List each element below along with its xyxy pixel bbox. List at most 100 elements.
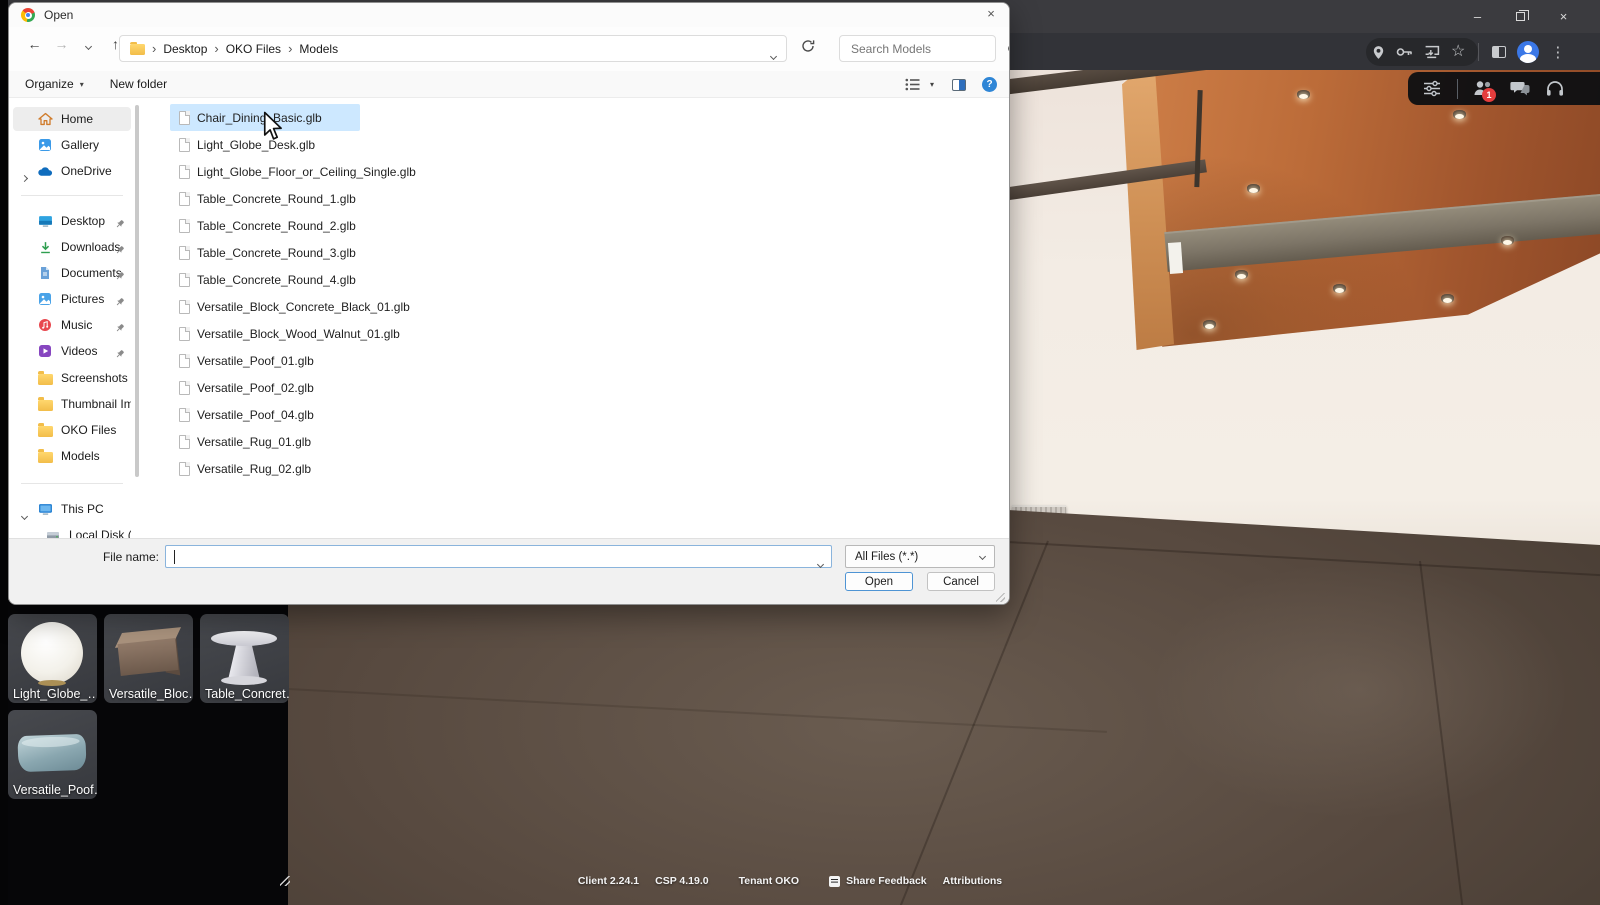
address-dropdown-chevron[interactable] — [771, 46, 776, 64]
organize-button[interactable]: Organize ▾ — [25, 77, 84, 91]
view-caret-icon[interactable]: ▾ — [930, 80, 934, 89]
asset-tile[interactable]: Table_Concret… — [200, 614, 289, 703]
new-folder-button[interactable]: New folder — [110, 77, 167, 91]
window-restore-button[interactable] — [1499, 9, 1542, 24]
chevron-down-icon — [979, 553, 986, 560]
file-name-field[interactable] — [165, 545, 832, 568]
chat-icon[interactable] — [1510, 80, 1531, 97]
file-type-select[interactable]: All Files (*.*) — [845, 545, 995, 568]
forward-button[interactable]: → — [48, 36, 75, 52]
file-row[interactable]: Light_Globe_Desk.glb — [170, 131, 325, 158]
file-row[interactable]: Versatile_Block_Wood_Walnut_01.glb — [170, 320, 410, 347]
sidebar-item-home[interactable]: Home — [13, 107, 131, 131]
chevron-down-icon[interactable] — [22, 506, 27, 524]
breadcrumb-models[interactable]: Models — [299, 42, 338, 56]
breadcrumb-oko-files[interactable]: OKO Files — [226, 42, 281, 56]
breadcrumb-desktop[interactable]: Desktop — [163, 42, 207, 56]
recessed-light — [1440, 294, 1455, 306]
file-row[interactable]: Table_Concrete_Round_2.glb — [170, 212, 366, 239]
csp-version: CSP 4.19.0 — [655, 875, 709, 887]
file-row[interactable]: Versatile_Poof_01.glb — [170, 347, 324, 374]
details-view-icon[interactable] — [905, 78, 920, 91]
sidebar-item-desktop[interactable]: Desktop — [13, 209, 131, 233]
key-icon[interactable] — [1396, 46, 1413, 58]
search-input[interactable] — [849, 41, 1008, 57]
file-icon — [179, 192, 190, 206]
sidebar-item-pictures[interactable]: Pictures — [13, 287, 131, 311]
file-row[interactable]: Table_Concrete_Round_3.glb — [170, 239, 366, 266]
chrome-icon — [21, 8, 35, 22]
location-icon[interactable] — [1372, 45, 1385, 60]
sidebar-item-this-pc[interactable]: This PC — [13, 497, 131, 521]
this-pc-icon — [37, 503, 53, 516]
sidebar-item-gallery[interactable]: Gallery — [13, 133, 131, 157]
search-box — [839, 35, 996, 62]
sidebar-item-thumbnail-images[interactable]: Thumbnail Imag — [13, 392, 131, 416]
file-icon — [179, 408, 190, 422]
cancel-button[interactable]: Cancel — [927, 572, 995, 591]
people-icon[interactable]: 1 — [1473, 80, 1495, 98]
folder-icon — [37, 398, 53, 411]
file-name-label: File name: — [9, 550, 159, 564]
file-row[interactable]: Table_Concrete_Round_4.glb — [170, 266, 366, 293]
recent-locations-chevron[interactable] — [75, 36, 102, 52]
mouse-cursor — [262, 111, 284, 141]
folder-icon — [130, 44, 145, 55]
dialog-footer: File name: All Files (*.*) Open Cancel — [9, 538, 1009, 605]
open-button[interactable]: Open — [845, 572, 913, 591]
sidebar-item-documents[interactable]: Documents — [13, 261, 131, 285]
asset-tile[interactable]: Versatile_Bloc… — [104, 614, 193, 703]
sidebar-item-music[interactable]: Music — [13, 313, 131, 337]
back-button[interactable]: ← — [21, 36, 48, 52]
file-row[interactable]: Versatile_Rug_02.glb — [170, 455, 321, 482]
side-panel-icon[interactable] — [1492, 46, 1506, 58]
chevron-right-icon[interactable] — [22, 168, 27, 186]
pin-icon — [115, 216, 125, 234]
status-bar: Client 2.24.1 CSP 4.19.0 Tenant OKO Shar… — [0, 875, 1600, 887]
sidebar-item-screenshots[interactable]: Screenshots — [13, 366, 131, 390]
sidebar-item-oko-files[interactable]: OKO Files — [13, 418, 131, 442]
sidebar-item-onedrive[interactable]: OneDrive — [13, 159, 131, 183]
asset-tile[interactable]: Versatile_Poof… — [8, 710, 97, 799]
file-row[interactable]: Light_Globe_Floor_or_Ceiling_Single.glb — [170, 158, 426, 185]
file-row[interactable]: Table_Concrete_Round_1.glb — [170, 185, 366, 212]
settings-sliders-icon[interactable] — [1422, 80, 1442, 97]
recessed-light — [1246, 184, 1261, 196]
help-icon[interactable]: ? — [982, 77, 997, 92]
share-feedback-link[interactable]: Share Feedback — [846, 875, 927, 887]
dialog-resize-grip[interactable] — [996, 593, 1005, 602]
sidebar-item-models[interactable]: Models — [13, 444, 131, 468]
file-list: Chair_Dining_Basic.glb Light_Globe_Desk.… — [170, 104, 1000, 482]
globe-lamp-thumbnail — [21, 622, 83, 684]
pin-icon — [115, 294, 125, 312]
desktop-icon — [37, 215, 53, 228]
asset-label: Versatile_Bloc… — [109, 687, 193, 701]
sidebar-item-local-disk-c[interactable]: Local Disk (C:) — [13, 523, 131, 538]
file-row[interactable]: Versatile_Poof_04.glb — [170, 401, 324, 428]
file-icon — [179, 138, 190, 152]
window-minimize-button[interactable]: – — [1456, 9, 1499, 24]
sidebar-scrollbar[interactable] — [135, 105, 139, 477]
bookmark-star-icon[interactable]: ☆ — [1451, 44, 1465, 60]
asset-panel: Light_Globe_… Versatile_Bloc… Table_Conc… — [0, 600, 288, 905]
file-row[interactable]: Versatile_Block_Concrete_Black_01.glb — [170, 293, 420, 320]
profile-avatar[interactable] — [1517, 41, 1539, 63]
breadcrumb[interactable]: › Desktop › OKO Files › Models — [119, 35, 787, 62]
dialog-close-button[interactable]: × — [982, 6, 1000, 21]
headphones-icon[interactable] — [1546, 80, 1564, 97]
preview-pane-icon[interactable] — [952, 79, 966, 91]
chevron-down-icon[interactable] — [818, 554, 823, 572]
panel-resize-grip[interactable] — [280, 876, 290, 886]
browser-menu-icon[interactable]: ⋮ — [1550, 43, 1565, 61]
refresh-icon[interactable] — [801, 39, 815, 53]
sidebar-item-videos[interactable]: Videos — [13, 339, 131, 363]
file-row[interactable]: Versatile_Rug_01.glb — [170, 428, 321, 455]
file-row[interactable]: Versatile_Poof_02.glb — [170, 374, 324, 401]
sidebar-item-downloads[interactable]: Downloads — [13, 235, 131, 259]
attributions-link[interactable]: Attributions — [943, 875, 1003, 887]
pin-icon — [115, 268, 125, 286]
install-icon[interactable] — [1424, 45, 1440, 59]
window-close-button[interactable]: × — [1542, 9, 1585, 24]
asset-tile[interactable]: Light_Globe_… — [8, 614, 97, 703]
search-icon — [1008, 45, 1010, 52]
